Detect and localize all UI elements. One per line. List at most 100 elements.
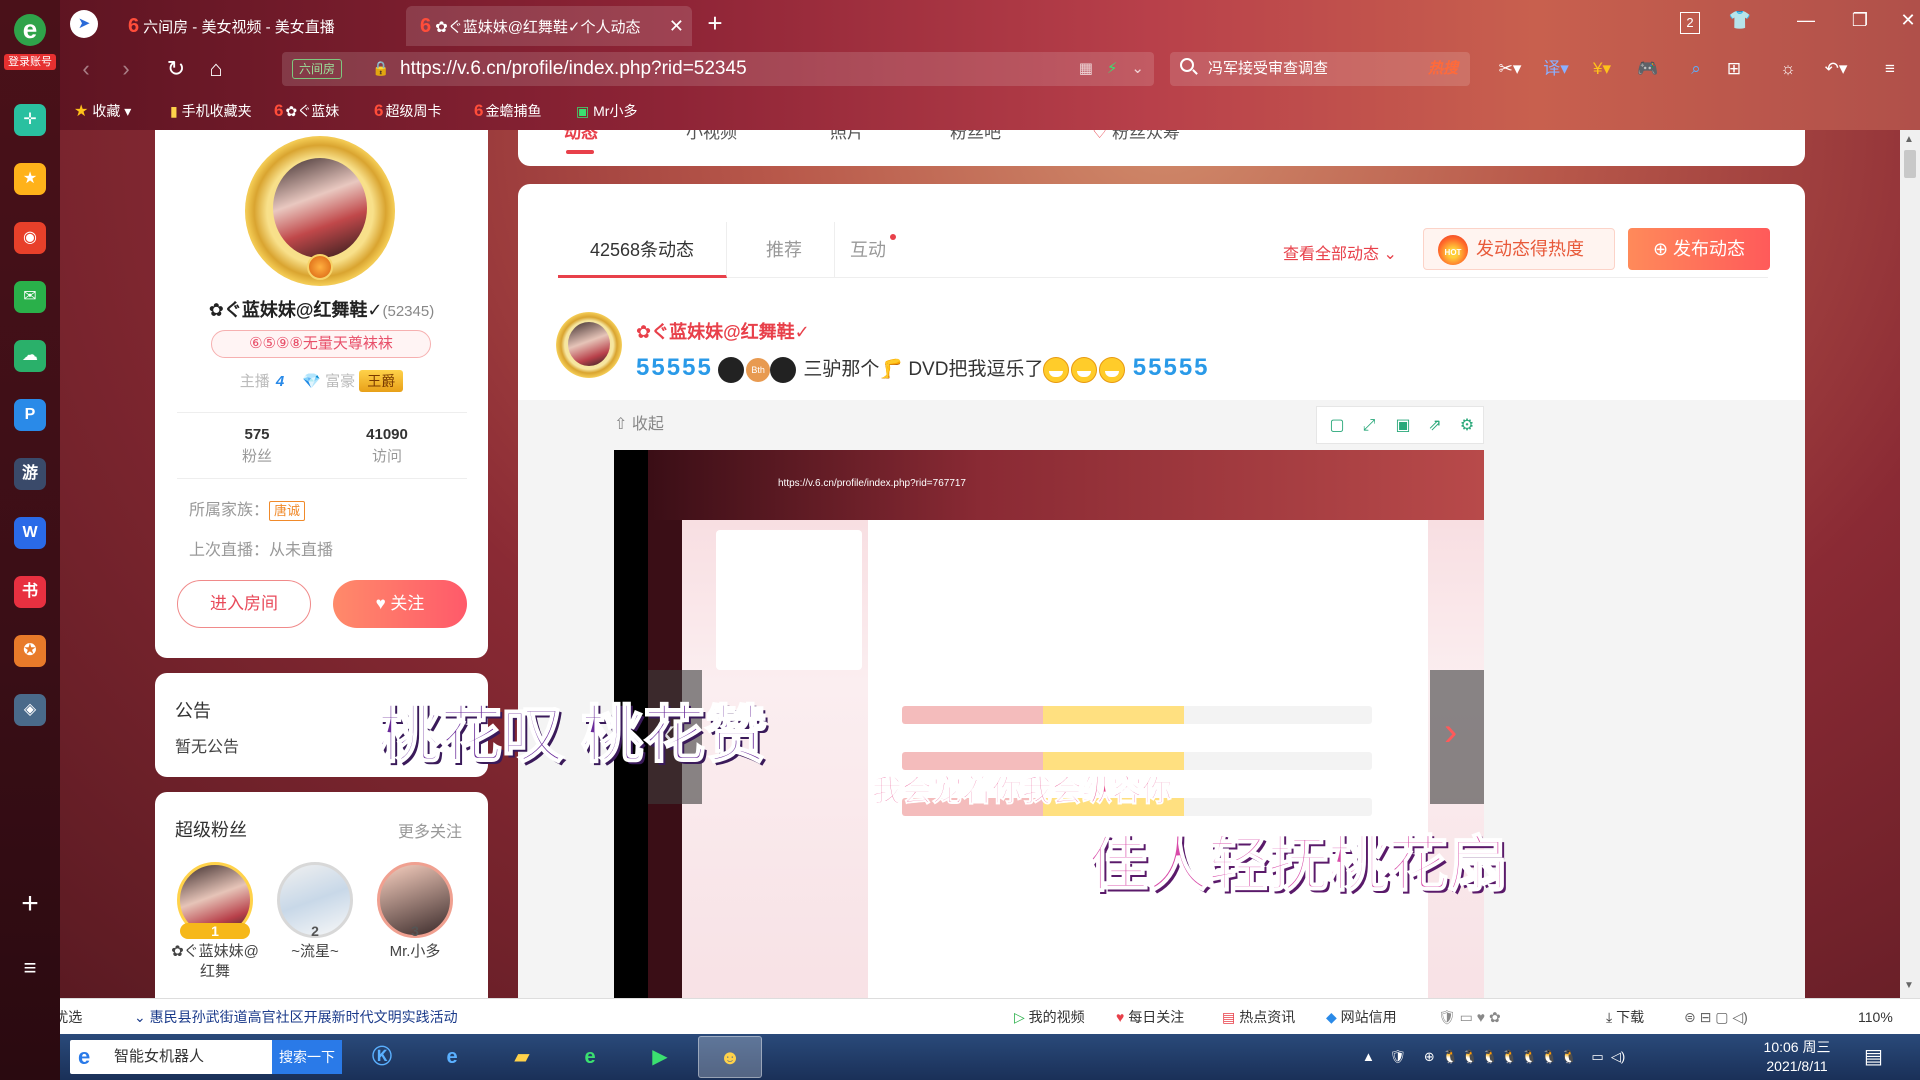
bookmark-fishing[interactable]: 6 金蟾捕鱼 [474, 92, 541, 130]
active-app-icon[interactable]: ☻ [698, 1036, 762, 1078]
mail-icon[interactable]: ✉ [14, 281, 46, 313]
tab-all-dynamics[interactable]: 42568条动态 [558, 222, 728, 278]
xiaohongshu-icon[interactable]: 书 [14, 576, 46, 608]
bookmark-favorites[interactable]: ★ 收藏 ▾ [74, 92, 131, 131]
bookmark-super-card[interactable]: 6 超级周卡 [374, 92, 441, 130]
pdf-icon[interactable]: P [14, 399, 46, 431]
page-scrollbar[interactable]: ▲ ▼ [1900, 130, 1920, 998]
follow-button[interactable]: ♥ 关注 [333, 580, 467, 628]
tab-6rooms-home[interactable]: 6 六间房 - 美女视频 - 美女直播 [114, 6, 396, 46]
profile-avatar[interactable] [245, 136, 395, 286]
visits-stat: 41090 访问 [366, 426, 408, 465]
home-icon[interactable]: ⌂ [200, 54, 232, 84]
more-follow-link[interactable]: 更多关注 [398, 818, 462, 842]
search-input[interactable]: 冯军接受审查调查 热搜 [1170, 52, 1470, 86]
cloud-icon[interactable]: ☁ [14, 340, 46, 372]
taskbar-search-button[interactable]: 搜索一下 [272, 1040, 342, 1074]
notification-icon[interactable]: ▤ [1864, 1034, 1883, 1080]
address-bar[interactable]: 六间房 🔒 https://v.6.cn/profile/index.php?r… [282, 52, 1154, 86]
gear-icon[interactable]: ⚙ [1447, 407, 1487, 445]
download-button[interactable]: ⤓ 下载 [1606, 999, 1644, 1035]
status-site-credit[interactable]: ◆ 网站信用 [1326, 999, 1397, 1035]
back-icon[interactable]: ‹ [70, 54, 102, 84]
status-daily-follow[interactable]: ♥ 每日关注 [1116, 999, 1184, 1035]
status-icons[interactable]: ⊜ ⊟ ▢ ◁) [1684, 999, 1748, 1035]
fans-stat[interactable]: 575 粉丝 [197, 426, 317, 466]
gamepad-icon[interactable]: 🎮 [1630, 56, 1666, 82]
tab-count-badge[interactable]: 2 [1680, 12, 1700, 34]
view-all-dynamics-link[interactable]: 查看全部动态 ⌄ [1283, 240, 1397, 264]
weibo-icon[interactable]: ◉ [14, 222, 46, 254]
360-browser-icon[interactable]: e [558, 1036, 622, 1078]
refresh-icon[interactable]: ↻ [160, 54, 192, 84]
tab-profile[interactable]: 6 ✿ぐ蓝妹妹@红舞鞋✓个人动态 ✕ [406, 6, 692, 46]
nav-fan-bar[interactable]: 粉丝吧 [950, 130, 1001, 143]
magnifier-icon[interactable]: ⌕ [1678, 56, 1714, 82]
close-tab-icon[interactable]: ✕ [669, 6, 684, 46]
kugou-icon[interactable]: Ⓚ [350, 1036, 414, 1078]
nav-photos[interactable]: 照片 [830, 130, 864, 143]
nav-short-video[interactable]: 小视频 [686, 130, 737, 143]
nav-dynamics[interactable]: 动态 [564, 130, 598, 143]
tab-interaction[interactable]: 互动 [818, 222, 918, 278]
ie-browser-icon[interactable]: e [420, 1036, 484, 1078]
bookmark-mr-xiaoduo[interactable]: ▣ Mr小多 [576, 92, 637, 130]
settings-menu-icon[interactable]: ≡ [1872, 56, 1908, 82]
game-avatar-icon[interactable]: ✪ [14, 635, 46, 667]
status-tools[interactable]: 🛡 ▭ ♥ ✿ [1438, 999, 1501, 1035]
restore-icon[interactable]: ❐ [1842, 10, 1878, 31]
address-row: ‹ › ↻ ⌂ 六间房 🔒 https://v.6.cn/profile/ind… [60, 46, 1920, 92]
translate-icon[interactable]: 译▾ [1538, 56, 1574, 82]
app-icon[interactable]: ◈ [14, 694, 46, 726]
video-next-button[interactable]: › [1430, 670, 1484, 804]
close-window-icon[interactable]: ✕ [1890, 10, 1920, 31]
site-chip: 六间房 [292, 59, 343, 79]
menu-icon[interactable]: ≡ [14, 955, 46, 983]
grid-icon[interactable]: ▦ [1079, 60, 1093, 77]
post-author-avatar[interactable] [556, 312, 622, 378]
diamond-icon: 💎 [302, 373, 321, 390]
coin-icon[interactable]: ¥▾ [1584, 56, 1620, 82]
plus-circle-icon: ⊕ [1652, 239, 1669, 259]
scissors-icon[interactable]: ✂▾ [1492, 56, 1528, 82]
add-icon[interactable]: + [14, 888, 46, 920]
apps-grid-icon[interactable]: ⊞ [1716, 56, 1752, 82]
word-icon[interactable]: W [14, 517, 46, 549]
shirt-icon[interactable]: 👕 [1722, 10, 1758, 31]
publish-post-button[interactable]: ⊕ 发布动态 [1628, 228, 1770, 270]
collapse-link[interactable]: ⇧ 收起 [614, 410, 664, 434]
taskbar-search-input[interactable]: 智能女机器人 [114, 1040, 204, 1074]
minimize-icon[interactable]: — [1788, 10, 1824, 31]
enter-room-button[interactable]: 进入房间 [177, 580, 311, 628]
clock[interactable]: 10:06 周三 2021/8/11 [1752, 1038, 1842, 1076]
post-author-name[interactable]: ✿ぐ蓝妹妹@红舞鞋✓ [636, 318, 810, 344]
url-text[interactable]: https://v.6.cn/profile/index.php?rid=523… [400, 52, 747, 86]
brightness-icon[interactable]: ☼ [1770, 56, 1806, 82]
super-fan-2[interactable]: 2 ~流星~ [265, 862, 365, 962]
bookmark-plus-icon[interactable]: ✛ [14, 104, 46, 136]
zoom-level[interactable]: 110% [1858, 999, 1893, 1035]
post-for-heat-button[interactable]: HOT 发动态得热度 [1423, 228, 1615, 270]
system-tray[interactable]: ▲ 🛡 ⊕ 🐧 🐧 🐧 🐧 🐧 🐧 🐧 ▭ ◁) [1362, 1034, 1625, 1080]
status-my-video[interactable]: ▷ 我的视频 [1014, 999, 1085, 1035]
super-fan-1[interactable]: 1 ✿ぐ蓝妹妹@红舞 [165, 862, 265, 982]
forward-icon[interactable]: › [110, 54, 142, 84]
news-ticker[interactable]: ⌄ 惠民县孙武街道高官社区开展新时代文明实践活动 [134, 999, 458, 1035]
navigation-icon[interactable]: ➤ [70, 10, 98, 38]
favorites-star-icon[interactable]: ★ [14, 163, 46, 195]
video-player-icon[interactable]: ▶ [628, 1036, 692, 1078]
game-icon[interactable]: 游 [14, 458, 46, 490]
family-tag[interactable]: 唐诚 [269, 501, 306, 521]
browser-logo[interactable]: e 登录账号 [4, 14, 56, 74]
bookmark-mobile-favorites[interactable]: ▮ 手机收藏夹 [170, 92, 252, 130]
undo-icon[interactable]: ↶▾ [1818, 56, 1854, 82]
chevron-down-icon[interactable]: ⌄ [1131, 60, 1144, 77]
nav-crowdfunding[interactable]: ♡ 粉丝众筹 [1092, 130, 1180, 143]
taskbar-search[interactable]: e 智能女机器人 搜索一下 [70, 1040, 342, 1074]
bolt-icon[interactable]: ⚡ [1107, 60, 1118, 77]
status-hot-news[interactable]: ▤ 热点资讯 [1222, 999, 1295, 1035]
super-fan-3[interactable]: 3 Mr.小多 [365, 862, 465, 962]
explorer-icon[interactable]: ▰ [490, 1036, 554, 1078]
new-tab-icon[interactable]: + [700, 8, 730, 39]
bookmark-profile[interactable]: 6 ✿ぐ蓝妹 [274, 92, 339, 130]
